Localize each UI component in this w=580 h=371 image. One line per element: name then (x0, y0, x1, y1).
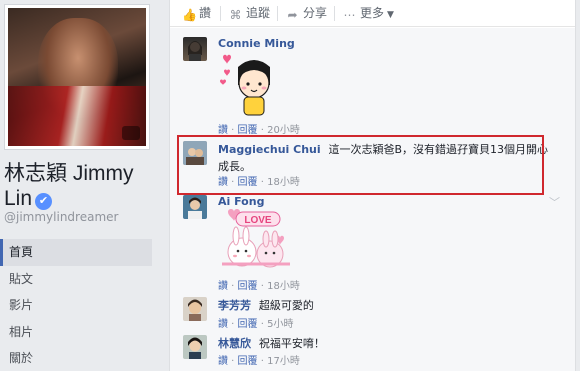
page-nav: 首頁 貼文 影片 相片 關於 (0, 239, 152, 371)
like-page-button[interactable]: 👍 讚 (182, 5, 211, 22)
sticker-love-text: LOVE (244, 215, 272, 226)
more-button[interactable]: ⋯ 更多 ▼ (343, 5, 394, 22)
comment-time[interactable]: 5小時 (267, 319, 293, 330)
comment-text: 超級可愛的 (258, 299, 314, 312)
comment-reply-link[interactable]: 回覆 (238, 319, 258, 330)
comment-options-chevron-icon[interactable]: ﹀ (549, 194, 560, 210)
nav-item-about[interactable]: 關於 (0, 345, 152, 371)
verified-badge-icon: ✔ (35, 193, 53, 210)
comment-body: 李芳芳 超級可愛的 (218, 297, 314, 313)
comment-text: 祝福平安唷！ (258, 337, 325, 350)
nav-item-videos[interactable]: 影片 (0, 292, 152, 319)
comment-meta: 讚 · 回覆 · 5小時 (218, 319, 294, 330)
comment-like-link[interactable]: 讚 (218, 356, 228, 367)
bunnies-love-sticker: LOVE (218, 208, 294, 275)
like-label: 讚 (199, 6, 212, 20)
comment-like-link[interactable]: 讚 (218, 281, 228, 292)
page-title[interactable]: 林志穎 Jimmy Lin ✔ (4, 161, 154, 211)
avatar[interactable] (183, 297, 207, 321)
divider (220, 6, 221, 21)
more-dots-icon: ⋯ (343, 8, 356, 22)
comment-meta: 讚 · 回覆 · 17小時 (218, 356, 300, 367)
rss-icon: ⌘ (229, 8, 242, 22)
page-name-text: 林志穎 Jimmy Lin (4, 162, 134, 210)
comment-meta: 讚 · 回覆 · 20小時 (218, 125, 300, 136)
divider (277, 6, 278, 21)
comment-author[interactable]: 林慧欣 (218, 337, 251, 350)
highlight-box (177, 135, 544, 195)
comment-author[interactable]: Ai Fong (218, 195, 264, 208)
girl-hearts-sticker (218, 51, 280, 120)
avatar[interactable] (183, 195, 207, 219)
divider (334, 6, 335, 21)
page-action-bar: 👍 讚 ⌘ 追蹤 ➦ 分享 ⋯ 更多 ▼ (170, 0, 575, 27)
follow-button[interactable]: ⌘ 追蹤 (229, 5, 271, 22)
follow-label: 追蹤 (246, 6, 271, 20)
share-label: 分享 (303, 6, 328, 20)
comment-reply-link[interactable]: 回覆 (238, 356, 258, 367)
profile-picture[interactable] (4, 4, 150, 150)
avatar[interactable] (183, 37, 207, 61)
comment-author[interactable]: 李芳芳 (218, 299, 251, 312)
nav-item-posts[interactable]: 貼文 (0, 266, 152, 293)
comment-reply-link[interactable]: 回覆 (238, 281, 258, 292)
thumbs-up-icon: 👍 (182, 8, 197, 22)
page-sidebar: 林志穎 Jimmy Lin ✔ @jimmylindreamer 首頁 貼文 影片… (0, 0, 160, 371)
comment-body: 林慧欣 祝福平安唷！ (218, 335, 325, 351)
nav-item-home[interactable]: 首頁 (0, 239, 152, 266)
share-arrow-icon: ➦ (287, 8, 298, 22)
comment-like-link[interactable]: 讚 (218, 319, 228, 330)
profile-photo (8, 8, 146, 146)
caret-down-icon: ▼ (387, 10, 394, 20)
share-button[interactable]: ➦ 分享 (286, 5, 327, 22)
more-label: 更多 (360, 6, 385, 20)
camera-icon[interactable] (122, 126, 140, 140)
comment-author[interactable]: Connie Ming (218, 37, 295, 50)
page-handle: @jimmylindreamer (4, 210, 119, 224)
comments-section: Connie Ming 讚 · 回覆 · 20小時 Maggiechui Chu… (170, 28, 575, 371)
comment-time[interactable]: 18小時 (267, 281, 300, 292)
nav-item-photos[interactable]: 相片 (0, 319, 152, 346)
avatar[interactable] (183, 335, 207, 359)
comment-meta: 讚 · 回覆 · 18小時 (218, 281, 300, 292)
comment-time[interactable]: 17小時 (267, 356, 300, 367)
